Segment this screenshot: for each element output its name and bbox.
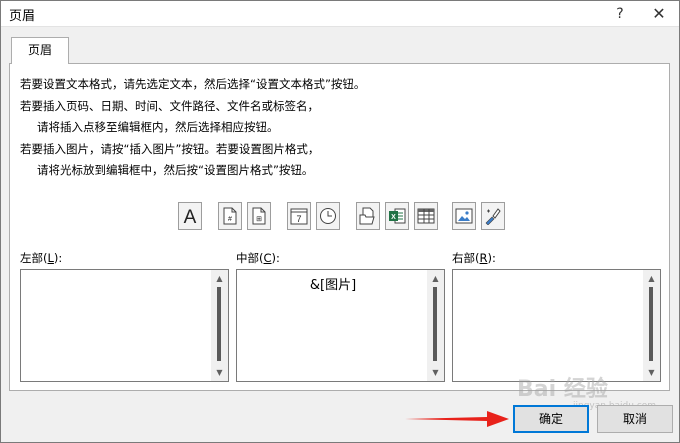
insert-picture-button[interactable]: [452, 202, 476, 230]
instruction-line: 若要插入页码、日期、时间、文件路径、文件名或标签名，: [20, 98, 319, 113]
instruction-line: 若要插入图片，请按“插入图片”按钮。若要设置图片格式，: [20, 141, 320, 156]
format-picture-icon: [485, 208, 501, 225]
center-section-editbox[interactable]: &[图片] ▲ ▼: [236, 269, 445, 382]
close-button[interactable]: ✕: [644, 1, 674, 27]
insert-number-of-pages-icon: ⊞: [252, 207, 266, 225]
ok-button[interactable]: 确定: [513, 405, 589, 433]
instructions-text: 若要设置文本格式，请先选定文本，然后选择“设置文本格式”按钮。 若要插入页码、日…: [20, 74, 365, 182]
svg-text:⊞: ⊞: [256, 216, 262, 223]
instruction-line: 请将插入点移至编辑框内，然后选择相应按钮。: [37, 120, 279, 134]
insert-page-number-icon: #: [223, 207, 237, 225]
insert-number-of-pages-button[interactable]: ⊞: [247, 202, 271, 230]
scroll-up-icon[interactable]: ▲: [211, 270, 228, 287]
scroll-up-icon[interactable]: ▲: [427, 270, 444, 287]
insert-time-button[interactable]: [316, 202, 340, 230]
scroll-thumb[interactable]: [649, 287, 653, 361]
format-picture-button[interactable]: [481, 202, 505, 230]
title-bar: 页眉 ? ✕: [1, 1, 679, 27]
format-text-icon: A: [184, 207, 197, 226]
insert-sheet-name-icon: [417, 208, 435, 224]
insert-file-name-button[interactable]: X: [385, 202, 409, 230]
scroll-up-icon[interactable]: ▲: [643, 270, 660, 287]
insert-date-button[interactable]: 7: [287, 202, 311, 230]
scroll-down-icon[interactable]: ▼: [643, 364, 660, 381]
insert-page-number-button[interactable]: #: [218, 202, 242, 230]
svg-text:#: #: [228, 216, 232, 223]
scroll-thumb[interactable]: [217, 287, 221, 361]
insert-file-name-icon: X: [389, 208, 406, 224]
center-scrollbar[interactable]: ▲ ▼: [427, 270, 444, 381]
tab-header[interactable]: 页眉: [11, 37, 69, 64]
scroll-down-icon[interactable]: ▼: [211, 364, 228, 381]
left-scrollbar[interactable]: ▲ ▼: [211, 270, 228, 381]
insert-file-path-button[interactable]: [356, 202, 380, 230]
svg-text:A: A: [184, 207, 197, 226]
insert-file-path-icon: [359, 207, 375, 225]
scroll-down-icon[interactable]: ▼: [427, 364, 444, 381]
page-header-dialog: 页眉 ? ✕ 页眉 若要设置文本格式，请先选定文本，然后选择“设置文本格式”按钮…: [0, 0, 680, 443]
scroll-thumb[interactable]: [433, 287, 437, 361]
right-scrollbar[interactable]: ▲ ▼: [643, 270, 660, 381]
center-section-label: 中部(C):: [236, 251, 280, 265]
cancel-button[interactable]: 取消: [597, 405, 673, 433]
insert-sheet-name-button[interactable]: [414, 202, 438, 230]
svg-text:X: X: [391, 214, 396, 221]
instruction-line: 若要设置文本格式，请先选定文本，然后选择“设置文本格式”按钮。: [20, 77, 366, 91]
help-button[interactable]: ?: [605, 1, 635, 27]
center-section-content: &[图片]: [309, 278, 357, 293]
format-text-button[interactable]: A: [178, 202, 202, 230]
dialog-title: 页眉: [9, 9, 36, 24]
svg-text:7: 7: [296, 214, 301, 224]
right-section-label: 右部(R):: [452, 251, 496, 265]
instruction-line: 请将光标放到编辑框中，然后按“设置图片格式”按钮。: [37, 163, 314, 177]
right-section-editbox[interactable]: ▲ ▼: [452, 269, 661, 382]
insert-date-icon: 7: [290, 208, 308, 225]
left-section-editbox[interactable]: ▲ ▼: [20, 269, 229, 382]
tab-panel: 若要设置文本格式，请先选定文本，然后选择“设置文本格式”按钮。 若要插入页码、日…: [9, 63, 670, 391]
insert-picture-icon: [455, 208, 473, 224]
red-arrow-icon: [405, 411, 509, 427]
insert-time-icon: [320, 208, 336, 224]
left-section-label: 左部(L):: [20, 251, 63, 265]
